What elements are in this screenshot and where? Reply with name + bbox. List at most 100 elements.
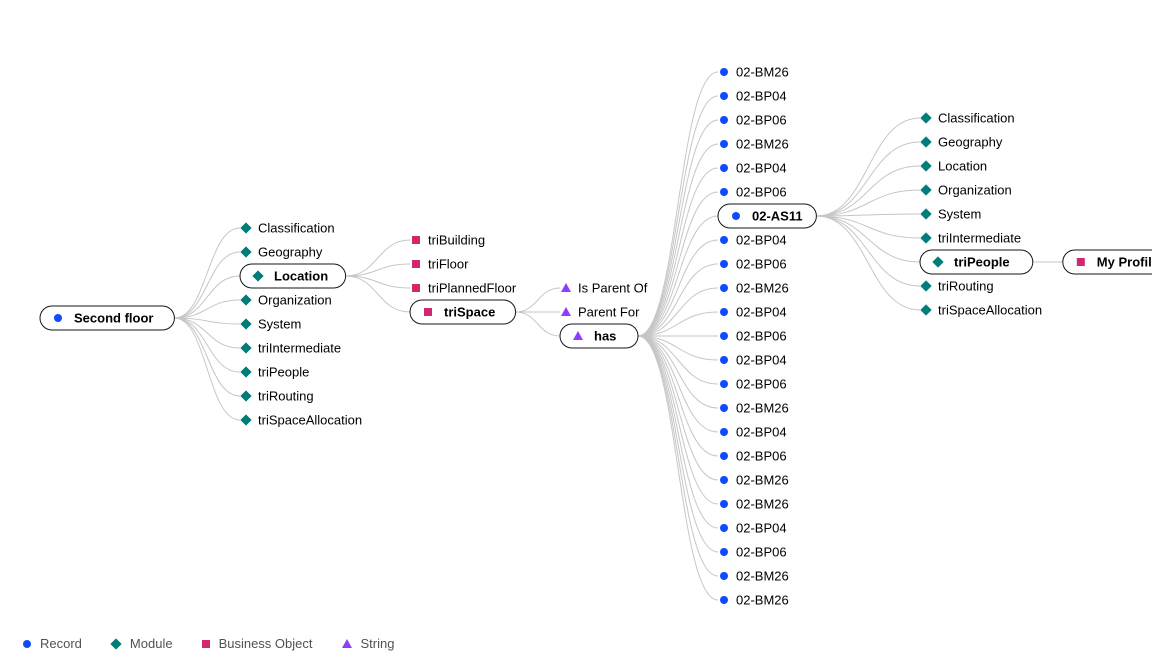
edge (638, 336, 718, 432)
edge (516, 312, 560, 336)
module-icon (240, 318, 251, 329)
record-icon (720, 500, 728, 508)
node-col4-2[interactable]: 02-BP06 (720, 113, 787, 128)
node-col1-2[interactable]: Location (240, 264, 346, 288)
record-icon (720, 404, 728, 412)
edge (638, 336, 718, 528)
node-label: 02-BP04 (736, 353, 787, 368)
node-col1-8[interactable]: triSpaceAllocation (240, 413, 362, 428)
node-col3-0[interactable]: Is Parent Of (561, 281, 648, 296)
node-col1-6[interactable]: triPeople (240, 365, 309, 380)
node-col5-6[interactable]: triPeople (920, 250, 1033, 274)
node-col4-18[interactable]: 02-BM26 (720, 497, 789, 512)
node-col4-17[interactable]: 02-BM26 (720, 473, 789, 488)
node-label: 02-BM26 (736, 473, 789, 488)
node-col4-1[interactable]: 02-BP04 (720, 89, 787, 104)
node-label: 02-BM26 (736, 65, 789, 80)
node-col4-11[interactable]: 02-BP06 (720, 329, 787, 344)
node-col1-7[interactable]: triRouting (240, 389, 313, 404)
node-label: triIntermediate (258, 341, 341, 356)
node-label: 02-BP06 (736, 377, 787, 392)
string-icon (561, 307, 571, 316)
node-col5-2[interactable]: Location (920, 159, 987, 174)
node-col1-1[interactable]: Geography (240, 245, 322, 260)
node-col5-7[interactable]: triRouting (920, 279, 993, 294)
node-col5-8[interactable]: triSpaceAllocation (920, 303, 1042, 318)
node-col4-15[interactable]: 02-BP04 (720, 425, 787, 440)
module-icon (920, 160, 931, 171)
node-col4-21[interactable]: 02-BM26 (720, 569, 789, 584)
record-icon (720, 572, 728, 580)
node-col2-3[interactable]: triSpace (410, 300, 516, 324)
node-col4-0[interactable]: 02-BM26 (720, 65, 789, 80)
node-col4-3[interactable]: 02-BM26 (720, 137, 789, 152)
node-col1-5[interactable]: triIntermediate (240, 341, 341, 356)
node-col5-1[interactable]: Geography (920, 135, 1002, 150)
record-icon (720, 140, 728, 148)
module-icon (920, 304, 931, 315)
node-label: 02-BM26 (736, 137, 789, 152)
node-label: 02-BP06 (736, 257, 787, 272)
module-icon (920, 136, 931, 147)
node-col4-5[interactable]: 02-BP06 (720, 185, 787, 200)
record-icon (720, 452, 728, 460)
node-col5-4[interactable]: System (920, 207, 981, 222)
record-icon (720, 92, 728, 100)
node-label: Classification (258, 221, 335, 236)
node-label: Organization (258, 293, 332, 308)
node-col4-20[interactable]: 02-BP06 (720, 545, 787, 560)
node-col4-8[interactable]: 02-BP06 (720, 257, 787, 272)
node-col5-3[interactable]: Organization (920, 183, 1011, 198)
legend-record-label: Record (40, 636, 82, 651)
node-col4-10[interactable]: 02-BP04 (720, 305, 787, 320)
edge (638, 240, 718, 336)
node-label: 02-BM26 (736, 593, 789, 608)
node-col1-0[interactable]: Classification (240, 221, 334, 236)
edge (174, 318, 240, 396)
node-col3-1[interactable]: Parent For (561, 305, 640, 320)
record-icon (720, 356, 728, 364)
node-col4-7[interactable]: 02-BP04 (720, 233, 787, 248)
node-label: triPeople (954, 255, 1010, 270)
record-icon (720, 188, 728, 196)
node-col4-22[interactable]: 02-BM26 (720, 593, 789, 608)
node-label: triFloor (428, 257, 469, 272)
node-label: Classification (938, 111, 1015, 126)
legend-string: String (341, 636, 395, 651)
module-icon (920, 184, 931, 195)
node-col2-2[interactable]: triPlannedFloor (412, 281, 517, 296)
node-col2-1[interactable]: triFloor (412, 257, 469, 272)
node-col5-0[interactable]: Classification (920, 111, 1014, 126)
node-col4-19[interactable]: 02-BP04 (720, 521, 787, 536)
record-icon (54, 314, 62, 322)
node-col4-6[interactable]: 02-AS11 (718, 204, 816, 228)
edge (638, 336, 718, 504)
edge (638, 336, 718, 552)
node-label: Location (274, 269, 328, 284)
graph-canvas[interactable]: Second floor Classification Geography Locat… (0, 0, 1152, 669)
node-col4-14[interactable]: 02-BM26 (720, 401, 789, 416)
record-icon (720, 332, 728, 340)
node-col1-3[interactable]: Organization (240, 293, 331, 308)
module-icon (920, 232, 931, 243)
node-col2-0[interactable]: triBuilding (412, 233, 485, 248)
node-col4-4[interactable]: 02-BP04 (720, 161, 787, 176)
edge (174, 228, 240, 318)
node-label: triRouting (258, 389, 314, 404)
node-col4-9[interactable]: 02-BM26 (720, 281, 789, 296)
node-col5-5[interactable]: triIntermediate (920, 231, 1021, 246)
node-label: triPeople (258, 365, 309, 380)
node-col6-0[interactable]: My Profile (1063, 250, 1152, 274)
node-label: 02-BP06 (736, 329, 787, 344)
node-label: triPlannedFloor (428, 281, 517, 296)
legend-module-label: Module (130, 636, 173, 651)
node-col3-2[interactable]: has (560, 324, 638, 348)
node-col1-4[interactable]: System (240, 317, 301, 332)
module-icon (240, 342, 251, 353)
node-label: 02-BP04 (736, 233, 787, 248)
legend-business-object: Business Object (201, 636, 313, 651)
node-root[interactable]: Second floor (40, 306, 174, 330)
node-col4-12[interactable]: 02-BP04 (720, 353, 787, 368)
node-col4-13[interactable]: 02-BP06 (720, 377, 787, 392)
node-col4-16[interactable]: 02-BP06 (720, 449, 787, 464)
